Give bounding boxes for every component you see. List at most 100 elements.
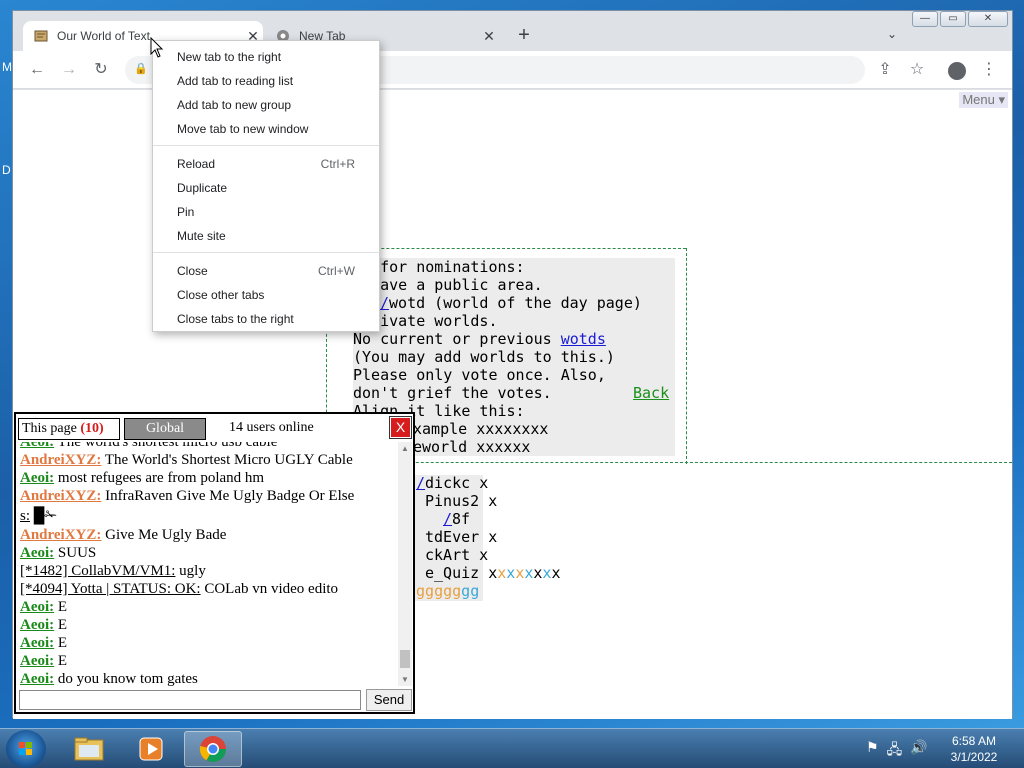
chat-nick[interactable]: Aeoi: xyxy=(20,545,54,561)
network-icon[interactable]: 🖧 xyxy=(887,739,903,763)
chat-nick[interactable]: s: xyxy=(20,508,30,524)
taskbar-chrome-button[interactable] xyxy=(184,731,242,767)
bookmark-star-icon[interactable]: ☆ xyxy=(907,61,927,79)
taskbar-media-player-button[interactable] xyxy=(122,731,180,767)
colored-char: g xyxy=(425,582,435,600)
menu-item-label: Add tab to reading list xyxy=(177,74,294,88)
wotd-slash-link[interactable]: / xyxy=(380,294,389,312)
forward-arrow-icon[interactable]: → xyxy=(59,61,79,79)
chat-text: ugly xyxy=(175,563,206,579)
start-button[interactable] xyxy=(6,730,46,768)
menu-item-mute-site[interactable]: Mute site xyxy=(153,224,379,248)
taskbar-clock[interactable]: 6:58 AM 3/1/2022 xyxy=(936,733,1012,765)
menu-item-move-new-window[interactable]: Move tab to new window xyxy=(153,117,379,141)
list-text: e_Quiz x xyxy=(425,564,498,582)
menu-item-add-reading-list[interactable]: Add tab to reading list xyxy=(153,69,379,93)
chat-nick[interactable]: Aeoi: xyxy=(20,671,54,686)
action-center-flag-icon[interactable]: ⚑ xyxy=(866,739,879,763)
chat-close-button[interactable]: X xyxy=(389,416,412,439)
chat-message: Aeoi: E xyxy=(20,616,67,634)
chat-nick[interactable]: [*4094] Yotta | STATUS: OK: xyxy=(20,581,201,597)
chat-tab-label: Global xyxy=(145,421,185,436)
colored-char: g xyxy=(416,582,426,600)
tab-search-chevron-icon[interactable]: ⌄ xyxy=(887,27,897,41)
frame-bottom-border xyxy=(326,462,1012,463)
list-slash-link[interactable]: / xyxy=(443,510,452,528)
chat-nick[interactable]: AndreiXYZ: xyxy=(20,452,101,468)
menu-item-label: Move tab to new window xyxy=(177,122,309,136)
menu-item-add-new-group[interactable]: Add tab to new group xyxy=(153,93,379,117)
menu-item-close-tabs-right[interactable]: Close tabs to the right xyxy=(153,307,379,331)
menu-item-duplicate[interactable]: Duplicate xyxy=(153,176,379,200)
list-line: Pinus2 x xyxy=(425,492,498,510)
volume-icon[interactable]: 🔊 xyxy=(910,739,927,763)
system-tray: ⚑ 🖧 🔊 xyxy=(866,739,928,763)
frame-top-border xyxy=(326,248,686,249)
chat-message: Aeoi: most refugees are from poland hm xyxy=(20,469,264,487)
chat-tab-this-page[interactable]: This page (10) xyxy=(18,418,120,440)
profile-avatar[interactable] xyxy=(948,62,966,80)
list-line: /dickc x xyxy=(416,474,488,492)
chat-text: E xyxy=(54,635,68,651)
chat-nick[interactable]: [*1482] CollabVM/VM1: xyxy=(20,563,175,579)
chat-text: SUUS xyxy=(54,545,97,561)
list-slash-link[interactable]: / xyxy=(416,474,425,492)
chat-window: This page (10) Global 14 users online X … xyxy=(14,412,415,714)
chat-text: █✁ xyxy=(30,508,57,524)
close-window-button[interactable]: ✕ xyxy=(968,11,1008,27)
menu-button[interactable]: Menu ▾ xyxy=(959,92,1008,108)
chat-nick[interactable]: AndreiXYZ: xyxy=(20,488,101,504)
chat-messages[interactable]: Aeoi: The world's shortest micro usb cab… xyxy=(18,442,396,686)
scroll-down-arrow-icon[interactable]: ▼ xyxy=(398,675,412,684)
chat-nick[interactable]: Aeoi: xyxy=(20,599,54,615)
menu-item-close[interactable]: Close Ctrl+W xyxy=(153,259,379,283)
menu-item-new-tab-right[interactable]: New tab to the right xyxy=(153,45,379,69)
chat-text: COLab vn video edito xyxy=(200,581,339,597)
desktop-icon-label[interactable]: D xyxy=(2,163,11,177)
menu-item-pin[interactable]: Pin xyxy=(153,200,379,224)
menu-item-reload[interactable]: Reload Ctrl+R xyxy=(153,152,379,176)
share-icon[interactable]: ⇪ xyxy=(875,61,895,79)
taskbar-explorer-button[interactable] xyxy=(60,731,118,767)
chat-nick[interactable]: Aeoi: xyxy=(20,617,54,633)
maximize-button[interactable]: ▭ xyxy=(940,11,966,27)
unread-count-badge: (10) xyxy=(80,421,104,436)
chat-message: Aeoi: do you know tom gates xyxy=(20,670,198,686)
chat-nick[interactable]: AndreiXYZ: xyxy=(20,527,101,543)
chat-nick[interactable]: Aeoi: xyxy=(20,470,54,486)
text-line: Please only vote once. Also, xyxy=(353,366,606,384)
chat-scrollbar[interactable]: ▲ ▼ xyxy=(398,442,412,686)
chat-message: Aeoi: E xyxy=(20,634,67,652)
reload-icon[interactable]: ↻ xyxy=(91,61,111,79)
desktop-icon-label[interactable]: M xyxy=(2,60,12,74)
new-tab-button[interactable]: + xyxy=(513,25,535,47)
text-line: No current or previous xyxy=(353,330,561,348)
menu-item-close-other-tabs[interactable]: Close other tabs xyxy=(153,283,379,307)
chat-input[interactable] xyxy=(19,690,361,710)
back-link[interactable]: Back xyxy=(633,384,669,402)
users-online-count: 14 users online xyxy=(229,420,314,435)
chat-nick[interactable]: Aeoi: xyxy=(20,653,54,669)
more-menu-icon[interactable]: ⋮ xyxy=(979,61,999,79)
menu-label: Menu xyxy=(962,92,995,107)
chat-tab-global[interactable]: Global xyxy=(124,418,206,440)
scrollbar-thumb[interactable] xyxy=(400,650,410,668)
lock-icon[interactable]: 🔒 xyxy=(131,60,151,78)
chat-nick[interactable]: Aeoi: xyxy=(20,442,54,450)
chat-nick[interactable]: Aeoi: xyxy=(20,635,54,651)
minimize-button[interactable]: — xyxy=(912,11,938,27)
menu-item-label: Pin xyxy=(177,205,195,219)
list-line: ggggggg xyxy=(416,582,479,600)
chat-send-button[interactable]: Send xyxy=(366,689,412,711)
text-line: wotd (world of the day page) xyxy=(389,294,642,312)
chat-tab-label: This page xyxy=(22,421,77,436)
tab-close-icon[interactable]: ✕ xyxy=(479,28,499,45)
scroll-up-arrow-icon[interactable]: ▲ xyxy=(398,444,412,453)
wotds-link[interactable]: wotds xyxy=(561,330,606,348)
menu-item-label: Reload xyxy=(177,157,216,171)
back-arrow-icon[interactable]: ← xyxy=(27,61,47,79)
colored-char: x xyxy=(551,564,561,582)
colored-char: g xyxy=(470,582,480,600)
list-line: e_Quiz xxxxxxxx xyxy=(425,564,560,582)
chrome-icon xyxy=(199,736,227,763)
